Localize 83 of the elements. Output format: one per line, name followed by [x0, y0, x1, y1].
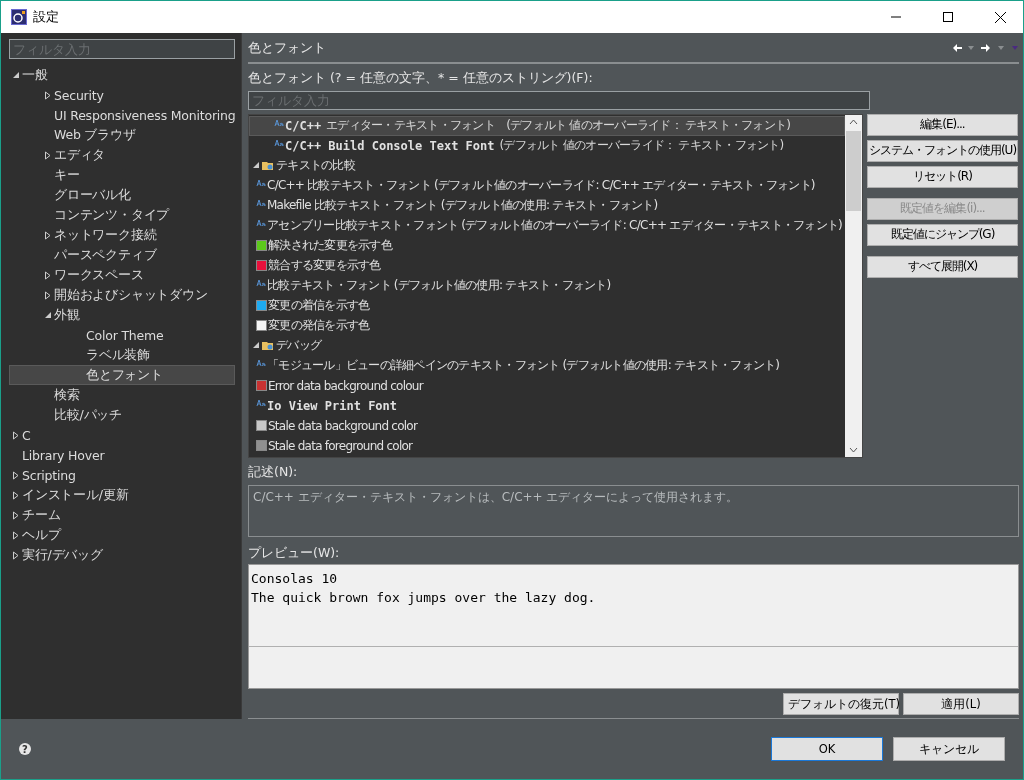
color-font-item[interactable]: 変更の着信を示す色 [249, 295, 845, 316]
font-icon [274, 138, 284, 147]
sidebar-item[interactable]: Scripting [9, 465, 235, 485]
list-label: 色とフォント (? = 任意の文字、* = 任意のストリング)(F): [248, 69, 594, 87]
sidebar-item[interactable]: パースペクティブ [9, 245, 235, 265]
font-icon [256, 218, 266, 227]
font-icon [256, 278, 266, 287]
color-font-item[interactable]: 解決された変更を示す色 [249, 235, 845, 256]
sidebar-item[interactable]: ネットワーク接続 [9, 225, 235, 245]
font-icon [274, 118, 284, 127]
color-font-item[interactable]: デバッグ [249, 335, 845, 356]
color-font-item[interactable]: C/C++ 比較テキスト・フォント (デフォルト値のオーバーライド: C/C++ エディター・テキスト・フォント) [249, 175, 845, 196]
scrollbar[interactable] [845, 114, 862, 457]
sidebar-item[interactable]: キー [9, 165, 235, 185]
color-font-item[interactable]: Stale data foreground color [249, 435, 845, 456]
apply-button[interactable]: 適用(L) [903, 693, 1019, 715]
sidebar-item[interactable]: Web ブラウザ [9, 125, 235, 145]
folder-icon [262, 160, 274, 172]
color-swatch [256, 420, 267, 432]
sidebar-item[interactable]: コンテンツ・タイプ [9, 205, 235, 225]
font-icon [256, 198, 266, 207]
sidebar-item[interactable]: 一般 [9, 65, 235, 85]
color-swatch [256, 440, 267, 452]
font-icon [256, 358, 266, 367]
color-swatch [256, 260, 267, 272]
help-icon[interactable]: ? [19, 743, 31, 755]
color-swatch [256, 320, 267, 332]
sidebar-item[interactable]: 開始およびシャットダウン [9, 285, 235, 305]
description-label: 記述(N): [248, 463, 299, 481]
color-font-item[interactable]: Io View Print Font [249, 395, 845, 416]
action-button[interactable]: 既定値にジャンプ(G) [867, 223, 1018, 246]
sidebar-item[interactable]: 色とフォント [9, 365, 235, 385]
preview-label: プレビュー(W): [248, 545, 341, 562]
sidebar-item[interactable]: C [9, 425, 235, 445]
navigation-arrows-icon[interactable] [953, 44, 1019, 53]
color-font-item[interactable]: Makefile 比較テキスト・フォント (デフォルト値の使用: テキスト・フォント) [249, 195, 845, 216]
sidebar-item[interactable]: グローバル化 [9, 185, 235, 205]
preview-text: The quick brown fox jumps over the lazy dog. [251, 589, 597, 607]
action-button[interactable]: リセット(R) [867, 165, 1018, 188]
folder-icon [262, 340, 274, 352]
color-swatch [256, 240, 267, 252]
sidebar-item[interactable]: 外観 [9, 305, 235, 325]
color-swatch [256, 300, 267, 312]
sidebar-item[interactable]: Library Hover [9, 445, 235, 465]
sidebar-item[interactable]: ラベル装飾 [9, 345, 235, 365]
sidebar-item[interactable]: エディタ [9, 145, 235, 165]
app-icon [11, 9, 27, 25]
sidebar-item[interactable]: ヘルプ [9, 525, 235, 545]
action-button[interactable]: システム・フォントの使用(U) [867, 139, 1018, 162]
color-font-item[interactable]: 競合する変更を示す色 [249, 255, 845, 276]
page-title: 色とフォント [248, 39, 327, 58]
sidebar-item[interactable]: Color Theme [9, 325, 235, 345]
sidebar-item[interactable]: インストール/更新 [9, 485, 235, 505]
close-icon [994, 11, 1006, 23]
font-icon [256, 178, 266, 187]
color-font-item[interactable]: C/C++ Build Console Text Font (デフォルト 値のオーバーライド： テキスト・フォント) [249, 135, 845, 156]
color-font-item[interactable]: Error data background colour [249, 375, 845, 396]
color-swatch [256, 380, 267, 392]
sidebar-item[interactable]: 実行/デバッグ [9, 545, 235, 565]
color-font-item[interactable]: Stale data background color [249, 415, 845, 436]
color-font-item[interactable]: テキストの比較 [249, 155, 845, 176]
preview-text: Consolas 10 [251, 570, 339, 588]
color-font-item[interactable]: 「モジュール」ビューの詳細ペインのテキスト・フォント (デフォルト値の使用: テキスト・フォント) [249, 355, 845, 376]
color-font-item[interactable]: 比較テキスト・フォント (デフォルト値の使用: テキスト・フォント) [249, 275, 845, 296]
sidebar-item[interactable]: チーム [9, 505, 235, 525]
action-button[interactable]: すべて展開(X) [867, 255, 1018, 278]
scroll-thumb[interactable] [846, 130, 861, 211]
action-button[interactable]: 編集(E)... [867, 113, 1018, 136]
maximize-icon [943, 12, 953, 22]
sidebar-item[interactable]: 検索 [9, 385, 235, 405]
color-font-item[interactable]: 変更の発信を示す色 [249, 315, 845, 336]
description-text: C/C++ エディター・テキスト・フォントは、C/C++ エディターによって使用されます。 [248, 484, 1019, 537]
sidebar-item[interactable]: ワークスペース [9, 265, 235, 285]
cancel-button[interactable]: キャンセル [893, 737, 1005, 761]
color-font-item[interactable]: C/C++ エディター・テキスト・フォント (デフォルト 値のオーバーライド： テキスト・フォント) [249, 115, 845, 136]
sidebar-item[interactable]: UI Responsiveness Monitoring [9, 105, 237, 125]
color-font-item[interactable]: アセンブリー比較テキスト・フォント (デフォルト値のオーバーライド: C/C++ エディター・テキスト・フォント) [249, 215, 845, 236]
restore-defaults-button[interactable]: デフォルトの復元(T) [783, 693, 899, 715]
sidebar-item[interactable]: Security [9, 85, 235, 105]
ok-button[interactable]: OK [771, 737, 883, 761]
window-title: 設定 [33, 8, 60, 26]
font-icon [256, 398, 266, 407]
sidebar-item[interactable]: 比較/パッチ [9, 405, 235, 425]
